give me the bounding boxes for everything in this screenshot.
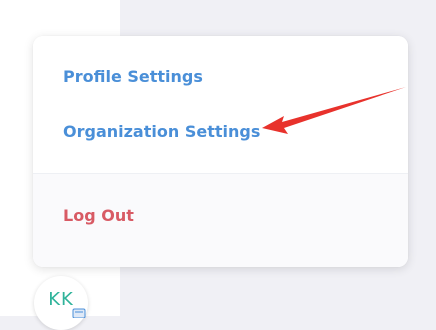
profile-settings-link[interactable]: Profile Settings [63,67,203,87]
badge-icon [72,308,86,318]
account-dropdown-menu: Profile Settings Organization Settings L… [33,36,408,267]
avatar[interactable]: KK [34,276,88,330]
organization-settings-link[interactable]: Organization Settings [63,122,260,142]
log-out-link[interactable]: Log Out [63,206,134,226]
menu-settings-section [33,36,408,173]
avatar-initials: KK [48,289,74,310]
